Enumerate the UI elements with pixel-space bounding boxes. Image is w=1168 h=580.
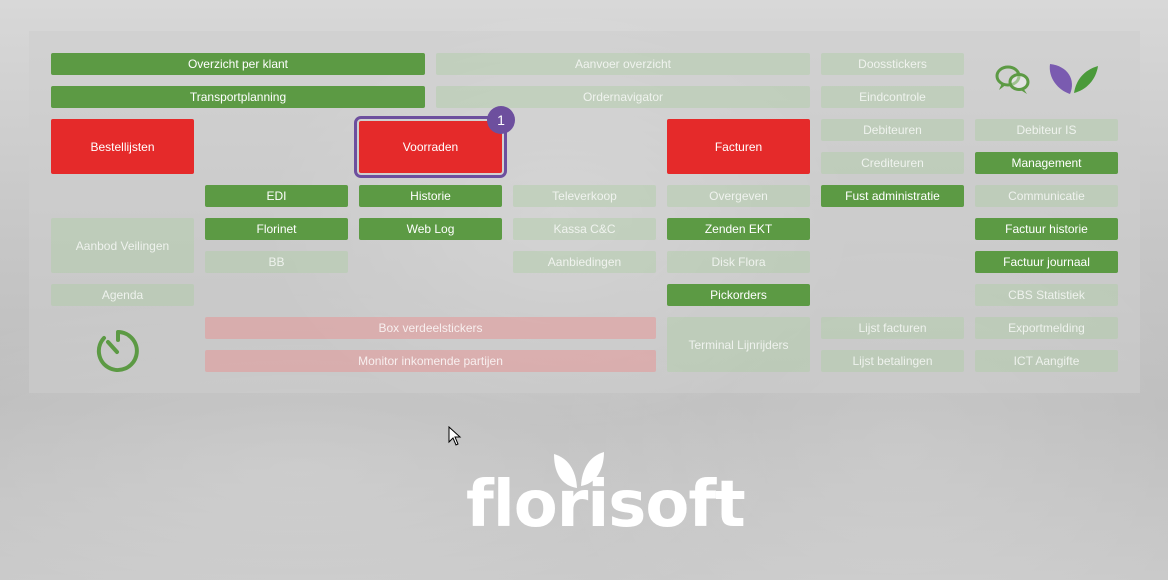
tile-aanbiedingen[interactable]: Aanbiedingen (513, 251, 656, 273)
tile-lijst-betalingen[interactable]: Lijst betalingen (821, 350, 964, 372)
tile-kassa-cc[interactable]: Kassa C&C (513, 218, 656, 240)
tile-box-verdeelstickers[interactable]: Box verdeelstickers (205, 317, 656, 339)
tile-bestellijsten[interactable]: Bestellijsten (51, 119, 194, 174)
mouse-pointer-icon (448, 425, 462, 451)
tile-aanbod-veilingen[interactable]: Aanbod Veilingen (51, 218, 194, 273)
tile-disk-flora[interactable]: Disk Flora (667, 251, 810, 273)
tile-aanvoer-overzicht[interactable]: Aanvoer overzicht (436, 53, 810, 75)
tile-eindcontrole[interactable]: Eindcontrole (821, 86, 964, 108)
tile-web-log[interactable]: Web Log (359, 218, 502, 240)
tile-florinet[interactable]: Florinet (205, 218, 348, 240)
tile-factuur-historie[interactable]: Factuur historie (975, 218, 1118, 240)
tile-communicatie[interactable]: Communicatie (975, 185, 1118, 207)
tile-transportplanning[interactable]: Transportplanning (51, 86, 425, 108)
leaf-logo-icon (1046, 60, 1102, 101)
tile-pickorders[interactable]: Pickorders (667, 284, 810, 306)
notification-badge: 1 (487, 106, 515, 134)
florisoft-logo-text: florisoft (466, 468, 746, 542)
tile-ict-aangifte[interactable]: ICT Aangifte (975, 350, 1118, 372)
tile-televerkoop[interactable]: Televerkoop (513, 185, 656, 207)
tile-ordernavigator[interactable]: Ordernavigator (436, 86, 810, 108)
tile-lijst-facturen[interactable]: Lijst facturen (821, 317, 964, 339)
tile-zenden-ekt[interactable]: Zenden EKT (667, 218, 810, 240)
tile-agenda[interactable]: Agenda (51, 284, 194, 306)
chat-bubbles-icon[interactable] (994, 62, 1032, 103)
timer-dial-icon[interactable] (94, 328, 142, 379)
tile-factuur-journaal[interactable]: Factuur journaal (975, 251, 1118, 273)
tile-exportmelding[interactable]: Exportmelding (975, 317, 1118, 339)
tile-historie[interactable]: Historie (359, 185, 502, 207)
tile-doosstickers[interactable]: Doosstickers (821, 53, 964, 75)
tile-voorraden[interactable]: Voorraden (354, 116, 507, 178)
tile-bb[interactable]: BB (205, 251, 348, 273)
tile-debiteuren[interactable]: Debiteuren (821, 119, 964, 141)
tile-cbs-statistiek[interactable]: CBS Statistiek (975, 284, 1118, 306)
tile-terminal-lijnrijders[interactable]: Terminal Lijnrijders (667, 317, 810, 372)
tile-overgeven[interactable]: Overgeven (667, 185, 810, 207)
tile-management[interactable]: Management (975, 152, 1118, 174)
tile-overzicht-per-klant[interactable]: Overzicht per klant (51, 53, 425, 75)
tile-monitor-inkomende-partijen[interactable]: Monitor inkomende partijen (205, 350, 656, 372)
tile-edi[interactable]: EDI (205, 185, 348, 207)
tile-debiteur-is[interactable]: Debiteur IS (975, 119, 1118, 141)
tile-fust-administratie[interactable]: Fust administratie (821, 185, 964, 207)
tile-crediteuren[interactable]: Crediteuren (821, 152, 964, 174)
tile-facturen[interactable]: Facturen (667, 119, 810, 174)
